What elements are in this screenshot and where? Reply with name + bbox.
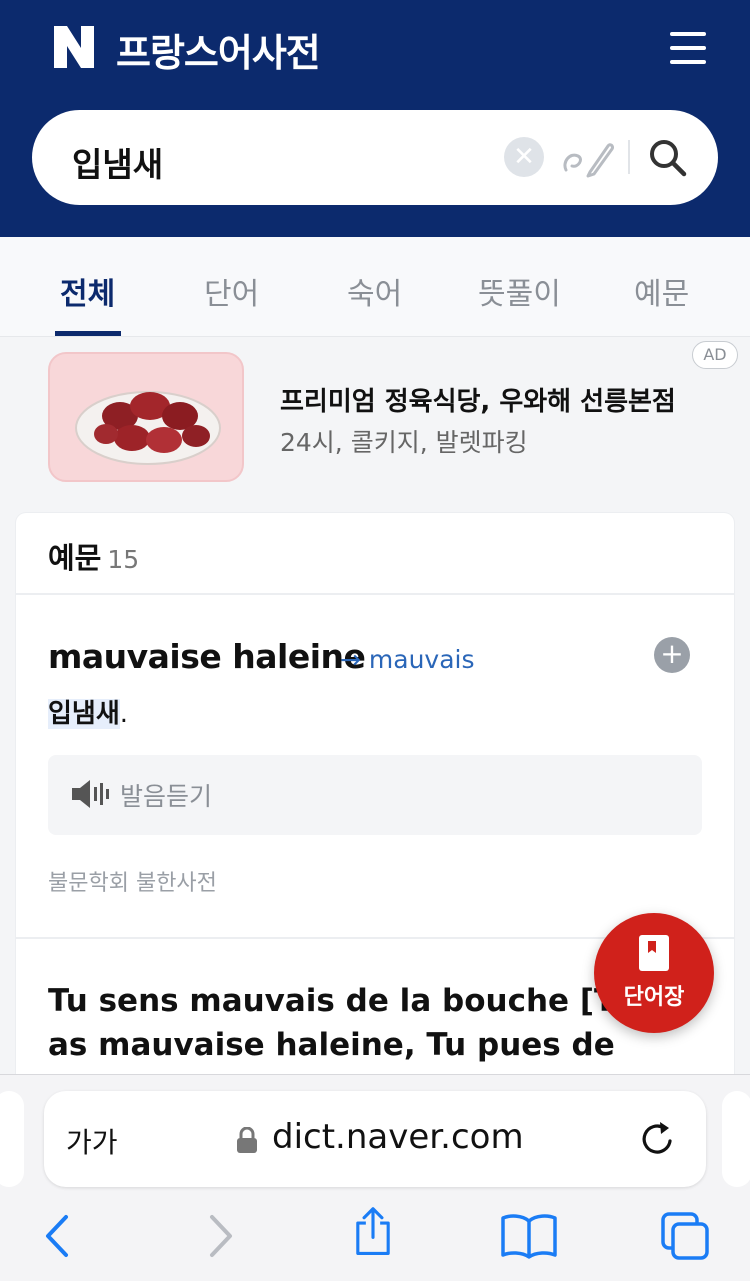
listen-label: 발음듣기: [120, 782, 213, 811]
bookmark-book-icon: [639, 935, 669, 971]
section-count: 15: [107, 545, 140, 574]
search-divider: [628, 140, 630, 174]
meaning-rest: .: [119, 699, 129, 729]
lock-icon: [237, 1127, 257, 1153]
handwriting-icon[interactable]: [560, 134, 614, 178]
tab-bar: 전체 단어 숙어 뜻풀이 예문: [0, 237, 750, 337]
back-icon[interactable]: [34, 1211, 84, 1261]
share-icon[interactable]: [348, 1207, 398, 1257]
arrow-right-icon: →: [340, 645, 361, 674]
search-input[interactable]: 입냄새: [72, 138, 163, 186]
tab-all[interactable]: 전체: [60, 269, 115, 313]
app-header: 프랑스어사전 입냄새 ✕: [0, 0, 750, 237]
search-bar[interactable]: 입냄새 ✕: [32, 110, 718, 205]
ad-image[interactable]: [48, 352, 244, 482]
ad-badge: AD: [692, 341, 738, 369]
browser-toolbar: 가가 dict.naver.com: [0, 1074, 750, 1281]
text-size-button[interactable]: 가가: [66, 1121, 118, 1161]
entry-link[interactable]: → mauvais: [340, 645, 475, 674]
section-title-label: 예문: [48, 541, 102, 575]
meaning-highlight: 입냄새: [48, 699, 120, 729]
tab-idioms[interactable]: 숙어: [347, 269, 402, 313]
ad-banner[interactable]: 프리미엄 정육식당, 우와해 선릉본점 24시, 콜키지, 발렛파킹 AD: [0, 337, 750, 497]
wordbook-label: 단어장: [623, 985, 685, 1010]
wordbook-button[interactable]: 단어장: [594, 913, 714, 1033]
tab-words[interactable]: 단어: [204, 269, 259, 313]
next-tab-preview[interactable]: [722, 1091, 750, 1187]
entry-link-word[interactable]: mauvais: [369, 645, 475, 674]
section-title: 예문 15: [48, 535, 139, 577]
naver-logo[interactable]: [54, 26, 94, 68]
close-icon[interactable]: ✕: [504, 137, 544, 177]
tabs-icon[interactable]: [660, 1211, 710, 1261]
listen-button[interactable]: 발음듣기: [48, 755, 702, 835]
forward-icon[interactable]: [194, 1211, 244, 1261]
add-to-wordbook-button[interactable]: +: [654, 637, 690, 673]
example-meaning: 입냄새.: [48, 693, 128, 730]
search-icon[interactable]: [646, 136, 688, 178]
previous-tab-preview[interactable]: [0, 1091, 24, 1187]
example-phrase[interactable]: mauvaise haleine: [48, 637, 366, 676]
divider: [16, 593, 734, 595]
address-bar[interactable]: 가가 dict.naver.com: [44, 1091, 706, 1187]
bookmarks-icon[interactable]: [500, 1211, 558, 1261]
url-text[interactable]: dict.naver.com: [272, 1117, 524, 1157]
ad-title[interactable]: 프리미엄 정육식당, 우와해 선릉본점: [280, 381, 676, 418]
tab-examples[interactable]: 예문: [634, 269, 689, 313]
app-title[interactable]: 프랑스어사전: [116, 22, 321, 77]
active-tab-indicator: [55, 331, 121, 336]
reload-icon[interactable]: [638, 1119, 678, 1159]
speaker-icon: [72, 780, 109, 808]
tab-definitions[interactable]: 뜻풀이: [478, 269, 561, 313]
source-label[interactable]: 불문학회 불한사전: [48, 865, 217, 897]
hamburger-icon[interactable]: [670, 32, 706, 64]
ad-subtitle[interactable]: 24시, 콜키지, 발렛파킹: [280, 423, 528, 459]
